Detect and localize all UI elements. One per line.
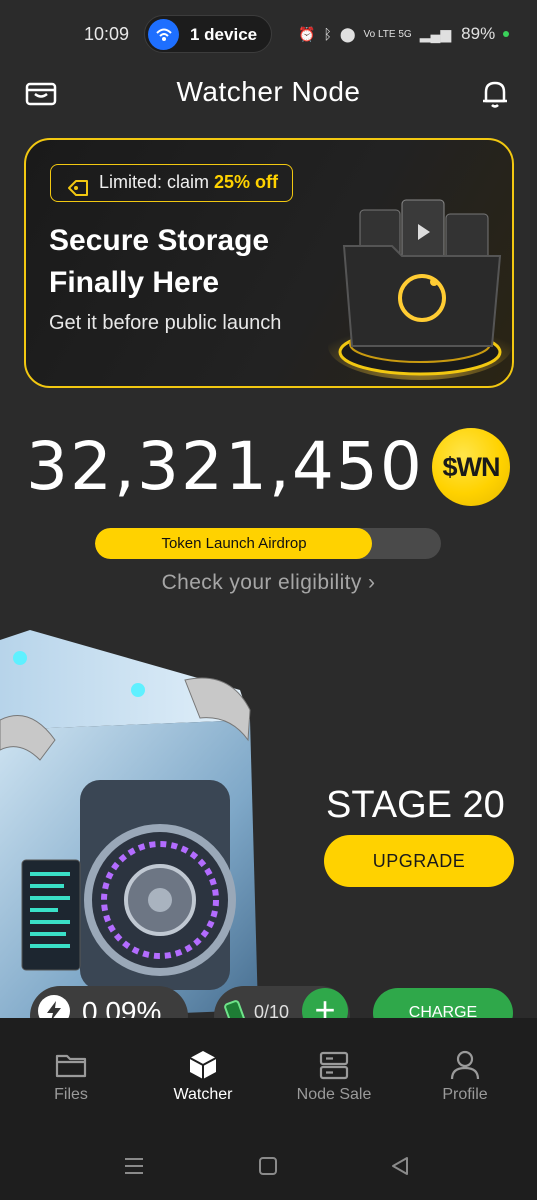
discount-badge: Limited: claim 25% off xyxy=(50,164,294,202)
airdrop-label: Token Launch Airdrop xyxy=(161,535,307,552)
status-time: 10:09 xyxy=(84,24,130,44)
vault-node-image[interactable] xyxy=(0,610,300,1020)
back-icon[interactable] xyxy=(388,1154,412,1178)
tag-icon xyxy=(67,174,89,209)
promo-title: Secure Storage Finally Here xyxy=(49,224,270,299)
device-label: 1 device xyxy=(190,25,258,44)
nav-label-node-sale: Node Sale xyxy=(296,1086,372,1103)
bluetooth-icon: ᛒ xyxy=(323,26,332,42)
nav-label-profile: Profile xyxy=(442,1086,488,1103)
person-icon xyxy=(448,1048,482,1082)
server-icon xyxy=(317,1048,351,1082)
upgrade-button[interactable]: UPGRADE xyxy=(324,835,514,887)
system-navigation xyxy=(0,1128,537,1200)
system-icons: ⏰ ᛒ ⬤ Vo LTE 5G ▂▄▆ 89% xyxy=(298,24,510,44)
battery-percent: 89% xyxy=(461,24,496,43)
device-pill[interactable]: 1 device xyxy=(144,15,272,53)
cube-icon xyxy=(186,1048,220,1082)
promo-banner[interactable]: Limited: claim 25% off Secure Storage Fi… xyxy=(24,138,514,388)
nav-label-files: Files xyxy=(54,1086,88,1103)
alarm-icon: ⏰ xyxy=(298,25,316,42)
eligibility-link[interactable]: Check your eligibility › xyxy=(0,571,537,595)
bell-icon[interactable] xyxy=(478,76,512,110)
badge-text: Limited: claim xyxy=(99,172,215,192)
token-symbol: $WN xyxy=(442,451,501,482)
network-label: Vo LTE 5G xyxy=(363,28,412,40)
bottom-nav: Files Watcher Node Sale Profile xyxy=(0,1018,537,1128)
folder-icon xyxy=(54,1048,88,1082)
recent-apps-icon[interactable] xyxy=(122,1154,146,1178)
token-balance: 32,321,450 xyxy=(26,428,424,505)
nav-item-files[interactable]: Files xyxy=(4,1018,138,1128)
nav-item-watcher[interactable]: Watcher xyxy=(136,1018,270,1128)
privacy-dot-icon xyxy=(503,31,510,37)
stage-label: STAGE 20 xyxy=(326,784,505,826)
nav-item-profile[interactable]: Profile xyxy=(398,1018,532,1128)
nav-label-watcher: Watcher xyxy=(173,1086,233,1103)
app-header: Watcher Node xyxy=(0,68,537,116)
promo-subtitle: Get it before public launch xyxy=(49,312,282,334)
token-coin-icon: $WN xyxy=(432,428,510,506)
folder-storage-icon xyxy=(322,186,512,386)
location-icon: ⬤ xyxy=(339,25,356,42)
nav-item-node-sale[interactable]: Node Sale xyxy=(267,1018,401,1128)
signal-icon: ▂▄▆ xyxy=(419,25,452,42)
badge-highlight: 25% off xyxy=(214,172,279,192)
airdrop-progress[interactable]: Token Launch Airdrop xyxy=(95,528,441,559)
wifi-hotspot-icon xyxy=(148,19,179,50)
home-icon[interactable] xyxy=(256,1154,280,1178)
status-bar: 10:09 1 device ⏰ ᛒ ⬤ Vo LTE 5G ▂▄▆ 89% xyxy=(0,0,537,68)
page-title: Watcher Node xyxy=(176,76,361,107)
